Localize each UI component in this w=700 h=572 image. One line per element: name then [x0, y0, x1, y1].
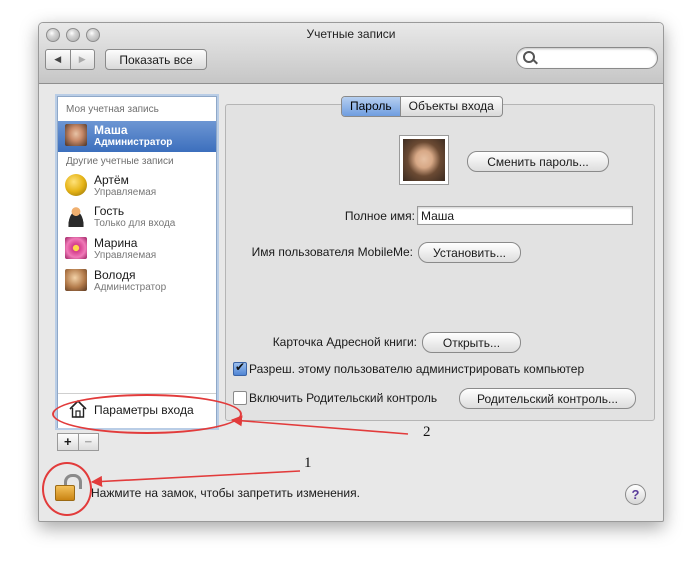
annotation-marker-2: 2: [423, 424, 431, 440]
annotation-arrows: [90, 415, 409, 488]
annotation-marker-1: 1: [304, 455, 312, 471]
